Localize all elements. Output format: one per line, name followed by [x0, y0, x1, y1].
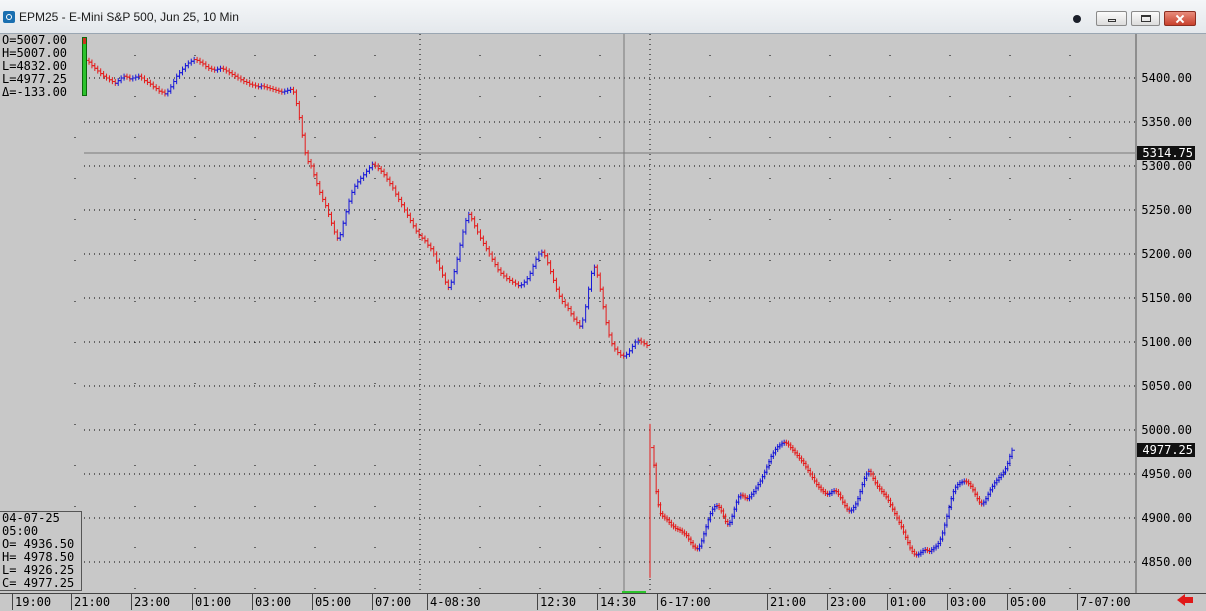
- minimize-button[interactable]: [1096, 11, 1127, 26]
- y-tick-label: 4850.00: [1141, 555, 1192, 569]
- y-tick-label: 5050.00: [1141, 379, 1192, 393]
- x-tick-label: 21:00: [770, 595, 807, 609]
- x-tick-label: 07:00: [375, 595, 412, 609]
- last-price-tag: 4977.25: [1137, 443, 1195, 458]
- x-tick-label: 21:00: [74, 595, 111, 609]
- x-tick-label: 19:00: [15, 595, 52, 609]
- scroll-left-arrow-icon[interactable]: [1175, 592, 1195, 608]
- x-tick-mark: [1007, 594, 1008, 610]
- y-tick-label: 5350.00: [1141, 115, 1192, 129]
- x-tick-label: 12:30: [540, 595, 577, 609]
- ohlc-delta: Δ=-133.00: [2, 85, 68, 99]
- title-bar[interactable]: EPM25 - E-Mini S&P 500, Jun 25, 10 Min: [0, 0, 1206, 34]
- y-tick-label: 5100.00: [1141, 335, 1192, 349]
- x-tick-label: 7-07:00: [1080, 595, 1131, 609]
- app-icon: [3, 11, 15, 23]
- range-indicator: [82, 37, 87, 96]
- x-tick-mark: [312, 594, 313, 610]
- bar-info-box: 04-07-25 05:00 O= 4936.50 H= 4978.50 L= …: [0, 511, 82, 591]
- link-dot-icon[interactable]: [1064, 11, 1090, 26]
- x-tick-label: 05:00: [315, 595, 352, 609]
- ohlc-summary: O=5007.00 H=5007.00 L=4832.00 L=4977.25 …: [0, 34, 82, 99]
- restore-button[interactable]: [1131, 11, 1160, 26]
- x-tick-mark: [1077, 594, 1078, 610]
- y-tick-label: 5200.00: [1141, 247, 1192, 261]
- x-tick-label: 03:00: [950, 595, 987, 609]
- y-tick-label: 4950.00: [1141, 467, 1192, 481]
- x-tick-mark: [537, 594, 538, 610]
- x-tick-mark: [427, 594, 428, 610]
- x-tick-label: 01:00: [195, 595, 232, 609]
- close-button[interactable]: [1164, 11, 1196, 26]
- x-tick-label: 05:00: [1010, 595, 1047, 609]
- y-tick-label: 5000.00: [1141, 423, 1192, 437]
- x-tick-label: 14:30: [600, 595, 637, 609]
- x-tick-mark: [887, 594, 888, 610]
- x-tick-mark: [827, 594, 828, 610]
- x-tick-mark: [372, 594, 373, 610]
- x-tick-mark: [947, 594, 948, 610]
- chart-window: EPM25 - E-Mini S&P 500, Jun 25, 10 Min 5…: [0, 0, 1206, 611]
- time-axis[interactable]: 19:00 21:00 23:00 01:00 03:00 05:00 07:00 4-08:…: [0, 593, 1206, 611]
- y-tick-label: 5300.00: [1141, 159, 1192, 173]
- x-tick-mark: [657, 594, 658, 610]
- x-tick-label: 6-17:00: [660, 595, 711, 609]
- y-tick-label: 4900.00: [1141, 511, 1192, 525]
- reference-price-tag: 5314.75: [1137, 146, 1195, 161]
- bar-close: C= 4977.25: [2, 576, 75, 590]
- x-tick-mark: [192, 594, 193, 610]
- x-tick-mark: [71, 594, 72, 610]
- window-title: EPM25 - E-Mini S&P 500, Jun 25, 10 Min: [19, 10, 239, 24]
- x-tick-label: 23:00: [134, 595, 171, 609]
- x-tick-mark: [252, 594, 253, 610]
- price-chart[interactable]: 5400.00 5350.00 5300.00 5250.00 5200.00 5150.…: [0, 34, 1206, 594]
- x-tick-mark: [131, 594, 132, 610]
- y-tick-label: 5150.00: [1141, 291, 1192, 305]
- x-tick-mark: [597, 594, 598, 610]
- x-tick-label: 4-08:30: [430, 595, 481, 609]
- x-tick-label: 01:00: [890, 595, 927, 609]
- plot-area: [0, 34, 1135, 593]
- x-tick-label: 03:00: [255, 595, 292, 609]
- y-tick-label: 5250.00: [1141, 203, 1192, 217]
- x-tick-mark: [767, 594, 768, 610]
- y-tick-label: 5400.00: [1141, 71, 1192, 85]
- x-tick-mark: [12, 594, 13, 610]
- x-tick-label: 23:00: [830, 595, 867, 609]
